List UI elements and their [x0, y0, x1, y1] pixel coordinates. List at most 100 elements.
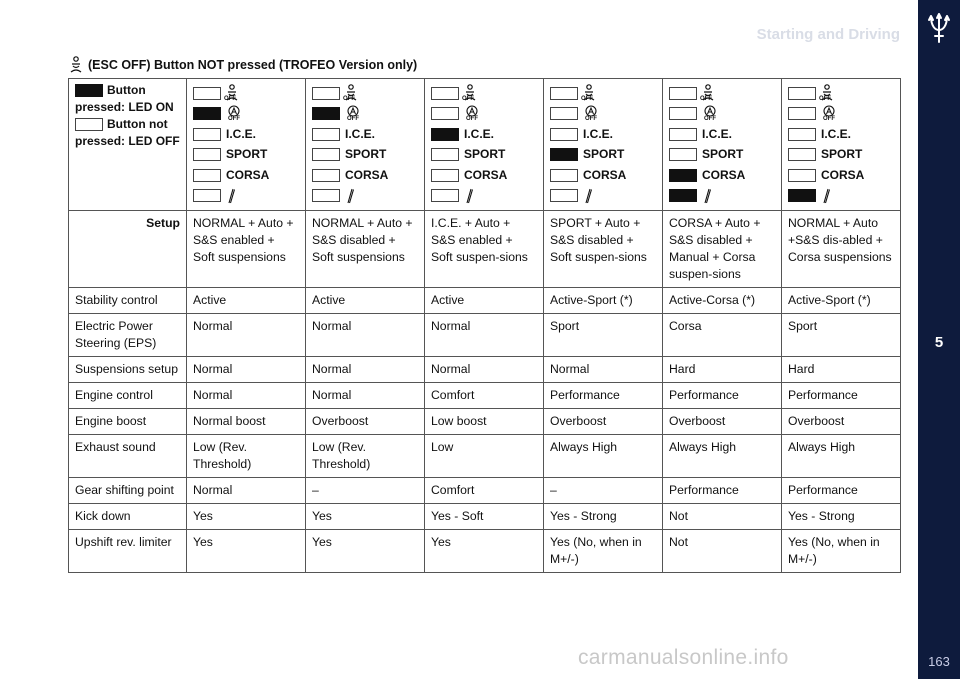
led-off: [550, 168, 578, 182]
table-cell: Normal: [424, 313, 544, 357]
led-off: [788, 127, 816, 141]
switch-row: SPORT: [788, 145, 894, 166]
switch-row: [193, 186, 299, 207]
switch-label-corsa: CORSA: [345, 167, 389, 182]
led-off-swatch: [75, 118, 103, 132]
table-cell: Always High: [781, 434, 901, 478]
table-row: Engine control Normal Normal Comfort Perform…: [68, 382, 901, 409]
switch-label-corsa: CORSA: [583, 167, 627, 182]
table-cell: Active: [186, 287, 306, 314]
manual-mode-icon: [702, 188, 712, 204]
table-cell: –: [305, 477, 425, 504]
table-cell: Overboost: [543, 408, 663, 435]
switch-row: I.C.E.: [312, 124, 418, 145]
table-cell: Overboost: [305, 408, 425, 435]
table-cell: Active: [305, 287, 425, 314]
led-off: [669, 107, 697, 121]
switch-label-ice: I.C.E.: [702, 126, 733, 141]
table-cell: Normal: [186, 382, 306, 409]
table-cell: Not: [662, 529, 782, 573]
table-cell: Normal: [424, 356, 544, 383]
switch-row: OFF: [193, 104, 299, 125]
switch-row: OFF: [312, 83, 418, 104]
switch-label-sport: SPORT: [821, 147, 863, 162]
chapter-number: 5: [934, 334, 944, 351]
led-on: [193, 107, 221, 121]
led-off: [550, 86, 578, 100]
table-cell: Performance: [543, 382, 663, 409]
table-cell: Normal: [186, 313, 306, 357]
table-row: Suspensions setup Normal Normal Normal Norma…: [68, 356, 901, 383]
led-off: [193, 168, 221, 182]
table-cell: Comfort: [424, 477, 544, 504]
manual-mode-icon: [464, 188, 474, 204]
table-cell: Low (Rev. Threshold): [305, 434, 425, 478]
table-cell: Normal: [305, 356, 425, 383]
table-cell: Yes - Soft: [424, 503, 544, 530]
legend-on: Button pressed: LED ON: [75, 82, 180, 116]
table-cell: Sport: [781, 313, 901, 357]
esc-off-icon: [70, 56, 82, 73]
table-cell: –: [543, 477, 663, 504]
led-off: [312, 148, 340, 162]
table-cell: Active-Sport (*): [781, 287, 901, 314]
led-off: [431, 86, 459, 100]
led-off: [312, 86, 340, 100]
led-off: [193, 86, 221, 100]
switch-row: [550, 186, 656, 207]
table-cell: Sport: [543, 313, 663, 357]
table-row: Stability control Active Active Active Activ…: [68, 287, 901, 314]
table-cell: Performance: [662, 382, 782, 409]
table-cell: Yes: [305, 503, 425, 530]
table-cell: Active: [424, 287, 544, 314]
row-label: Upshift rev. limiter: [68, 529, 187, 573]
switch-label-ice: I.C.E.: [821, 126, 852, 141]
led-off: [788, 86, 816, 100]
switch-row: OFF: [669, 83, 775, 104]
switch-row: [669, 186, 775, 207]
switch-row: OFF: [431, 83, 537, 104]
led-on: [788, 189, 816, 203]
switch-row: I.C.E.: [431, 124, 537, 145]
switch-row: OFF: [312, 104, 418, 125]
table-cell: Yes: [186, 529, 306, 573]
switch-row: OFF: [550, 83, 656, 104]
table-cell: Not: [662, 503, 782, 530]
table-cell: Normal boost: [186, 408, 306, 435]
row-label: Electric Power Steering (EPS): [68, 313, 187, 357]
led-off: [431, 148, 459, 162]
switch-row: I.C.E.: [193, 124, 299, 145]
switch-label-sport: SPORT: [226, 147, 268, 162]
mode-column-2: OFF OFF I.C.E. SPORT CORSA: [305, 78, 425, 211]
table-cell: Yes: [305, 529, 425, 573]
setup-value: I.C.E. + Auto + S&S enabled + Soft suspe…: [424, 210, 544, 288]
switch-row: I.C.E.: [788, 124, 894, 145]
legend-cell: Button pressed: LED ON Button not presse…: [68, 78, 187, 211]
switch-state-row: Button pressed: LED ON Button not presse…: [68, 78, 901, 211]
trident-icon: [928, 13, 950, 43]
table-cell: Active-Sport (*): [543, 287, 663, 314]
switch-label-ice: I.C.E.: [226, 126, 257, 141]
mode-column-6: OFF OFF I.C.E. SPORT CORSA: [781, 78, 901, 211]
led-on: [550, 148, 578, 162]
switch-row: I.C.E.: [550, 124, 656, 145]
mode-column-5: OFF OFF I.C.E. SPORT CORSA: [662, 78, 782, 211]
table-cell: Comfort: [424, 382, 544, 409]
row-label: Exhaust sound: [68, 434, 187, 478]
led-off: [193, 148, 221, 162]
switch-label-corsa: CORSA: [464, 167, 508, 182]
table-cell: Overboost: [662, 408, 782, 435]
led-off: [669, 148, 697, 162]
switch-label-sport: SPORT: [702, 147, 744, 162]
table-cell: Normal: [543, 356, 663, 383]
switch-label-ice: I.C.E.: [464, 126, 495, 141]
row-label: Kick down: [68, 503, 187, 530]
switch-row: I.C.E.: [669, 124, 775, 145]
drive-mode-table: Button pressed: LED ON Button not presse…: [68, 78, 901, 573]
mode-column-4: OFF OFF I.C.E. SPORT CORSA: [543, 78, 663, 211]
switch-label-corsa: CORSA: [226, 167, 270, 182]
switch-row: CORSA: [431, 165, 537, 186]
table-cell: Normal: [186, 477, 306, 504]
switch-label-ice: I.C.E.: [345, 126, 376, 141]
led-off: [431, 168, 459, 182]
